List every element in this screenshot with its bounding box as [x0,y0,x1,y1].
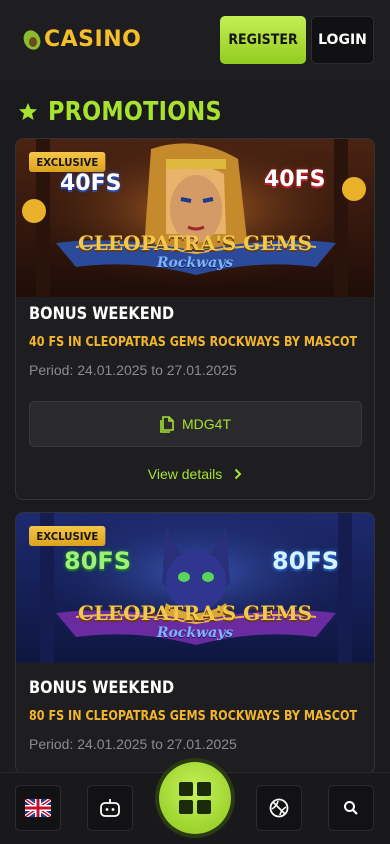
page-title: PROMOTIONS [48,97,222,127]
banner-game-title: CLEOPATRA'S GEMS [77,601,313,625]
promo-code: MDG4T [182,416,231,432]
login-button[interactable]: LOGIN [311,16,374,64]
grid-menu-icon [179,782,211,814]
promo-code-copy-button[interactable]: MDG4T [29,401,362,447]
promo-banner-image[interactable]: EXCLUSIVE 40FS 40FS CLEOPATRA'S GEMS Roc… [16,139,374,297]
copy-document-icon [160,415,174,433]
banner-game-subtitle: Rockways [156,255,234,271]
promo-banner-image[interactable]: EXCLUSIVE 80FS 80FS CLEOPATRA'S GEMS Roc… [16,513,374,671]
uk-flag-icon [25,799,51,817]
avocado-logo-icon [23,30,41,50]
promo-subtitle: 80 FS IN CLEOPATRAS GEMS ROCKWAYS BY MAS… [29,709,358,724]
banner-fs-right: 40FS [264,167,326,192]
promo-card: EXCLUSIVE 40FS 40FS CLEOPATRA'S GEMS Roc… [15,138,375,500]
search-icon [344,801,358,815]
game-controller-icon [100,799,120,817]
promo-period: Period: 24.01.2025 to 27.01.2025 [29,736,237,752]
promotions-heading: PROMOTIONS [18,95,250,129]
register-button[interactable]: REGISTER [220,16,306,64]
games-button[interactable] [87,785,133,831]
sports-button[interactable] [256,785,302,831]
banner-fs-left: 80FS [64,547,132,575]
promo-title: BONUS WEEKEND [29,678,175,698]
casino-logo[interactable]: CASINO [20,24,141,54]
top-header: CASINO REGISTER LOGIN [0,0,390,80]
promo-title: BONUS WEEKEND [29,304,175,324]
language-button[interactable] [15,785,61,831]
banner-fs-left: 40FS [60,171,122,196]
logo-text: CASINO [44,26,142,52]
banner-fs-right: 80FS [272,547,340,575]
banner-game-title: CLEOPATRA'S GEMS [77,231,313,255]
view-details-link[interactable]: View details [16,466,374,482]
search-button[interactable] [328,785,374,831]
promo-subtitle: 40 FS IN CLEOPATRAS GEMS ROCKWAYS BY MAS… [29,335,358,350]
banner-game-subtitle: Rockways [156,625,234,641]
view-details-label: View details [147,466,223,482]
chevron-right-icon [235,468,242,480]
exclusive-badge: EXCLUSIVE [29,152,106,172]
main-menu-button[interactable] [159,762,231,834]
star-icon [19,103,37,120]
promo-card: EXCLUSIVE 80FS 80FS CLEOPATRA'S GEMS Roc… [15,512,375,774]
exclusive-badge: EXCLUSIVE [29,526,106,546]
promo-period: Period: 24.01.2025 to 27.01.2025 [29,362,237,378]
sports-ball-icon [269,798,289,818]
